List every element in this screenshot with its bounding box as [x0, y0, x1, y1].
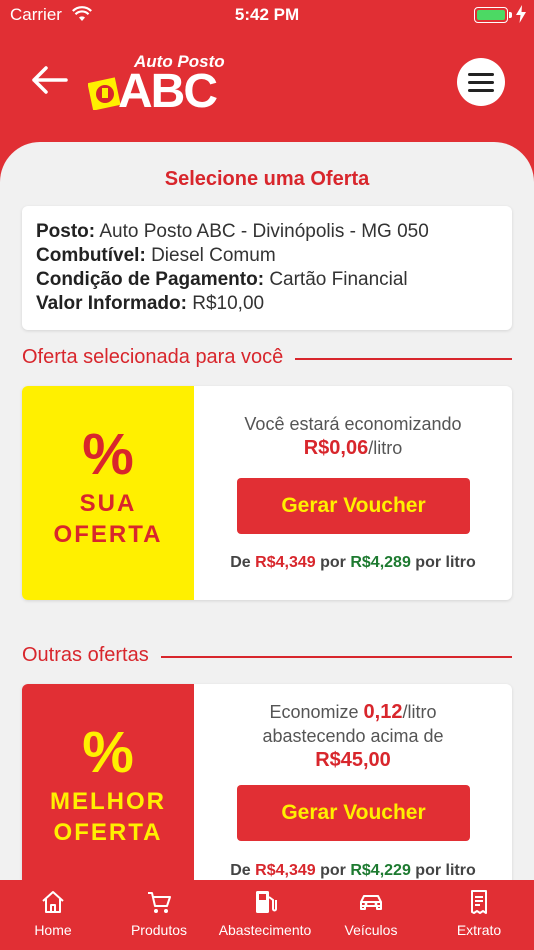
selected-offer-section-header: Oferta selecionada para você [22, 346, 512, 372]
tab-abastecimento[interactable]: Abastecimento [212, 888, 318, 938]
tab-produtos[interactable]: Produtos [106, 888, 212, 938]
bottom-tab-bar: Home Produtos Abastecimento Veículos Ext… [0, 880, 534, 950]
pagamento-row: Condição de Pagamento: Cartão Financial [36, 269, 408, 290]
section-label: Oferta selecionada para você [22, 346, 296, 369]
tab-home[interactable]: Home [0, 888, 106, 938]
other-offer-card: % MELHOR OFERTA Economize 0,12/litro aba… [22, 684, 512, 880]
offer-threshold: R$45,00 [315, 749, 391, 771]
fuel-drop-logo-icon [88, 77, 121, 110]
generate-voucher-button[interactable]: Gerar Voucher [237, 785, 470, 841]
status-bar: Carrier 5:42 PM [0, 0, 534, 30]
offer-badge: % SUA OFERTA [22, 386, 194, 600]
combustivel-row: Combutível: Diesel Comum [36, 245, 276, 266]
offer-body: Você estará economizando R$0,06/litro Ge… [194, 386, 512, 600]
station-info-card: Posto: Auto Posto ABC - Divinópolis - MG… [22, 206, 512, 330]
section-label: Outras ofertas [22, 644, 161, 667]
fuel-pump-icon [256, 891, 277, 913]
offer-savings: R$0,06/litro [303, 437, 403, 459]
selected-offer-card: % SUA OFERTA Você estará economizando R$… [22, 386, 512, 600]
valor-row: Valor Informado: R$10,00 [36, 293, 265, 314]
offer-body: Economize 0,12/litro abastecendo acima d… [194, 684, 512, 880]
tab-veiculos[interactable]: Veículos [318, 888, 424, 938]
cart-icon [148, 892, 171, 913]
receipt-icon [471, 890, 487, 914]
offer-badge: % MELHOR OFERTA [22, 684, 194, 880]
price-comparison: De R$4,349 por R$4,229 por litro [230, 862, 476, 879]
other-offers-section-header: Outras ofertas [22, 644, 512, 670]
home-icon [42, 891, 64, 913]
app-logo: Auto Posto ABC [88, 48, 238, 128]
status-time: 5:42 PM [234, 5, 300, 24]
battery-icon [474, 7, 512, 23]
page-title: Selecione uma Oferta [164, 168, 370, 190]
charging-bolt-icon [516, 5, 526, 23]
logo-main-text: ABC [118, 65, 218, 118]
content-panel: Selecione uma Oferta Posto: Auto Posto A… [0, 142, 534, 880]
posto-row: Posto: Auto Posto ABC - Divinópolis - MG… [36, 221, 429, 242]
back-arrow-icon[interactable] [30, 64, 70, 96]
generate-voucher-button[interactable]: Gerar Voucher [237, 478, 470, 534]
price-comparison: De R$4,349 por R$4,289 por litro [230, 554, 476, 571]
offer-description: Você estará economizando [244, 414, 462, 434]
tab-extrato[interactable]: Extrato [424, 888, 534, 938]
percent-icon: % [82, 720, 134, 785]
car-icon [360, 895, 382, 910]
percent-icon: % [82, 422, 134, 487]
hamburger-menu-button[interactable] [457, 58, 505, 106]
app-header: Auto Posto ABC [0, 30, 534, 142]
offer-description: Economize 0,12/litro [269, 701, 437, 723]
offer-condition: abastecendo acima de [262, 726, 444, 746]
